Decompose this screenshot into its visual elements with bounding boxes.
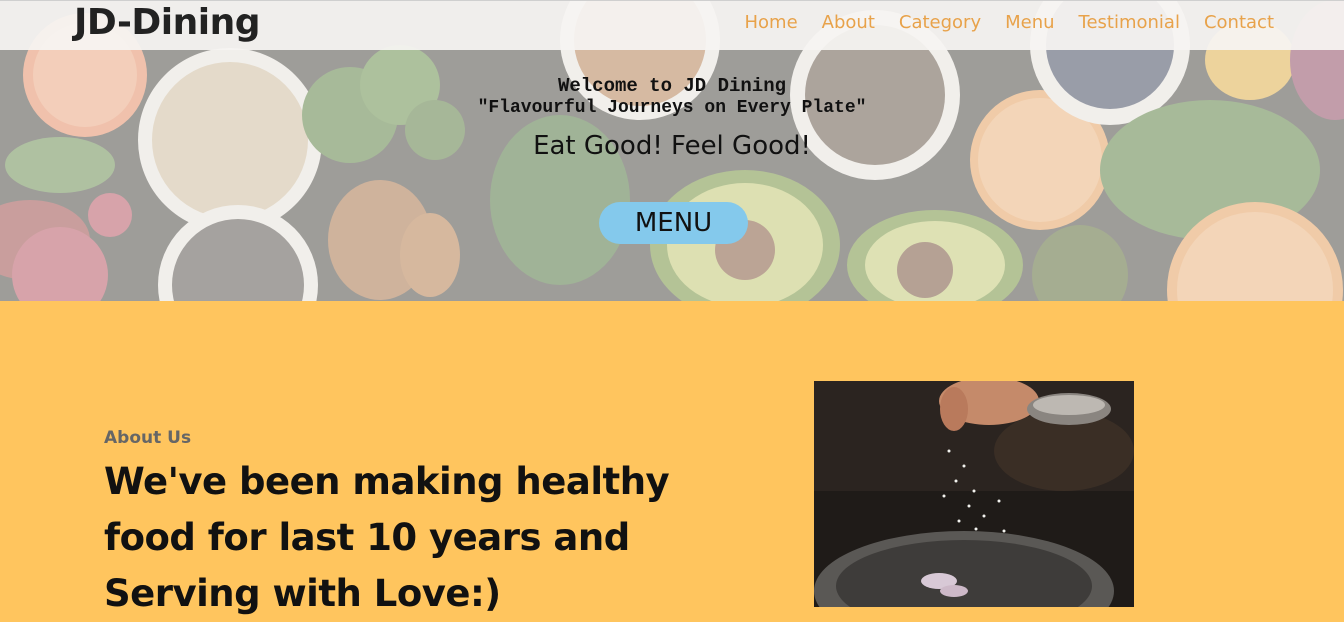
menu-button[interactable]: MENU: [599, 202, 748, 244]
about-heading: We've been making healthy food for last …: [104, 460, 670, 615]
nav-link-menu[interactable]: Menu: [1005, 11, 1054, 35]
navbar: JD-Dining Home About Category Menu Testi…: [0, 0, 1344, 50]
about-image: [814, 381, 1134, 607]
about-label: About Us: [104, 428, 192, 448]
nav-link-about[interactable]: About: [822, 11, 875, 35]
main-nav: Home About Category Menu Testimonial Con…: [745, 11, 1275, 35]
nav-link-category[interactable]: Category: [899, 11, 981, 35]
nav-link-home[interactable]: Home: [745, 11, 798, 35]
slogan-text: Eat Good! Feel Good!: [533, 131, 811, 161]
nav-link-testimonial[interactable]: Testimonial: [1079, 11, 1180, 35]
nav-link-contact[interactable]: Contact: [1204, 11, 1274, 35]
tagline-text: "Flavourful Journeys on Every Plate": [477, 98, 867, 118]
chef-seasoning-photo: [814, 381, 1134, 607]
welcome-text: Welcome to JD Dining: [557, 75, 787, 97]
brand-logo[interactable]: JD-Dining: [74, 2, 260, 44]
